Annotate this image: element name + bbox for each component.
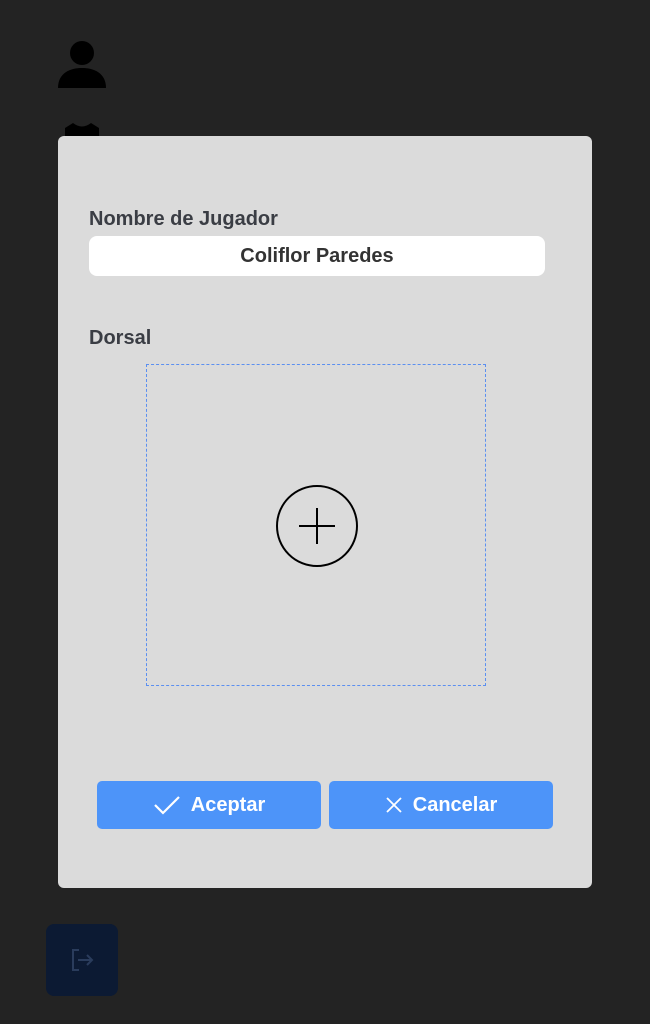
player-name-input[interactable] (89, 236, 545, 276)
dorsal-label: Dorsal (89, 327, 152, 349)
player-name-label: Nombre de Jugador (89, 208, 278, 230)
logout-icon (72, 949, 94, 971)
close-icon (386, 797, 402, 813)
accept-label: Aceptar (190, 793, 266, 816)
dorsal-image-dropzone[interactable] (146, 364, 486, 686)
cancel-label: Cancelar (412, 793, 498, 816)
logout-button[interactable] (46, 924, 118, 996)
cancel-button[interactable]: Cancelar (329, 781, 553, 829)
add-circle-icon[interactable] (275, 484, 359, 568)
user-icon[interactable] (57, 40, 107, 90)
player-dialog: Nombre de Jugador Dorsal Aceptar Cancela… (58, 136, 592, 888)
accept-button[interactable]: Aceptar (97, 781, 321, 829)
check-icon (153, 796, 180, 815)
